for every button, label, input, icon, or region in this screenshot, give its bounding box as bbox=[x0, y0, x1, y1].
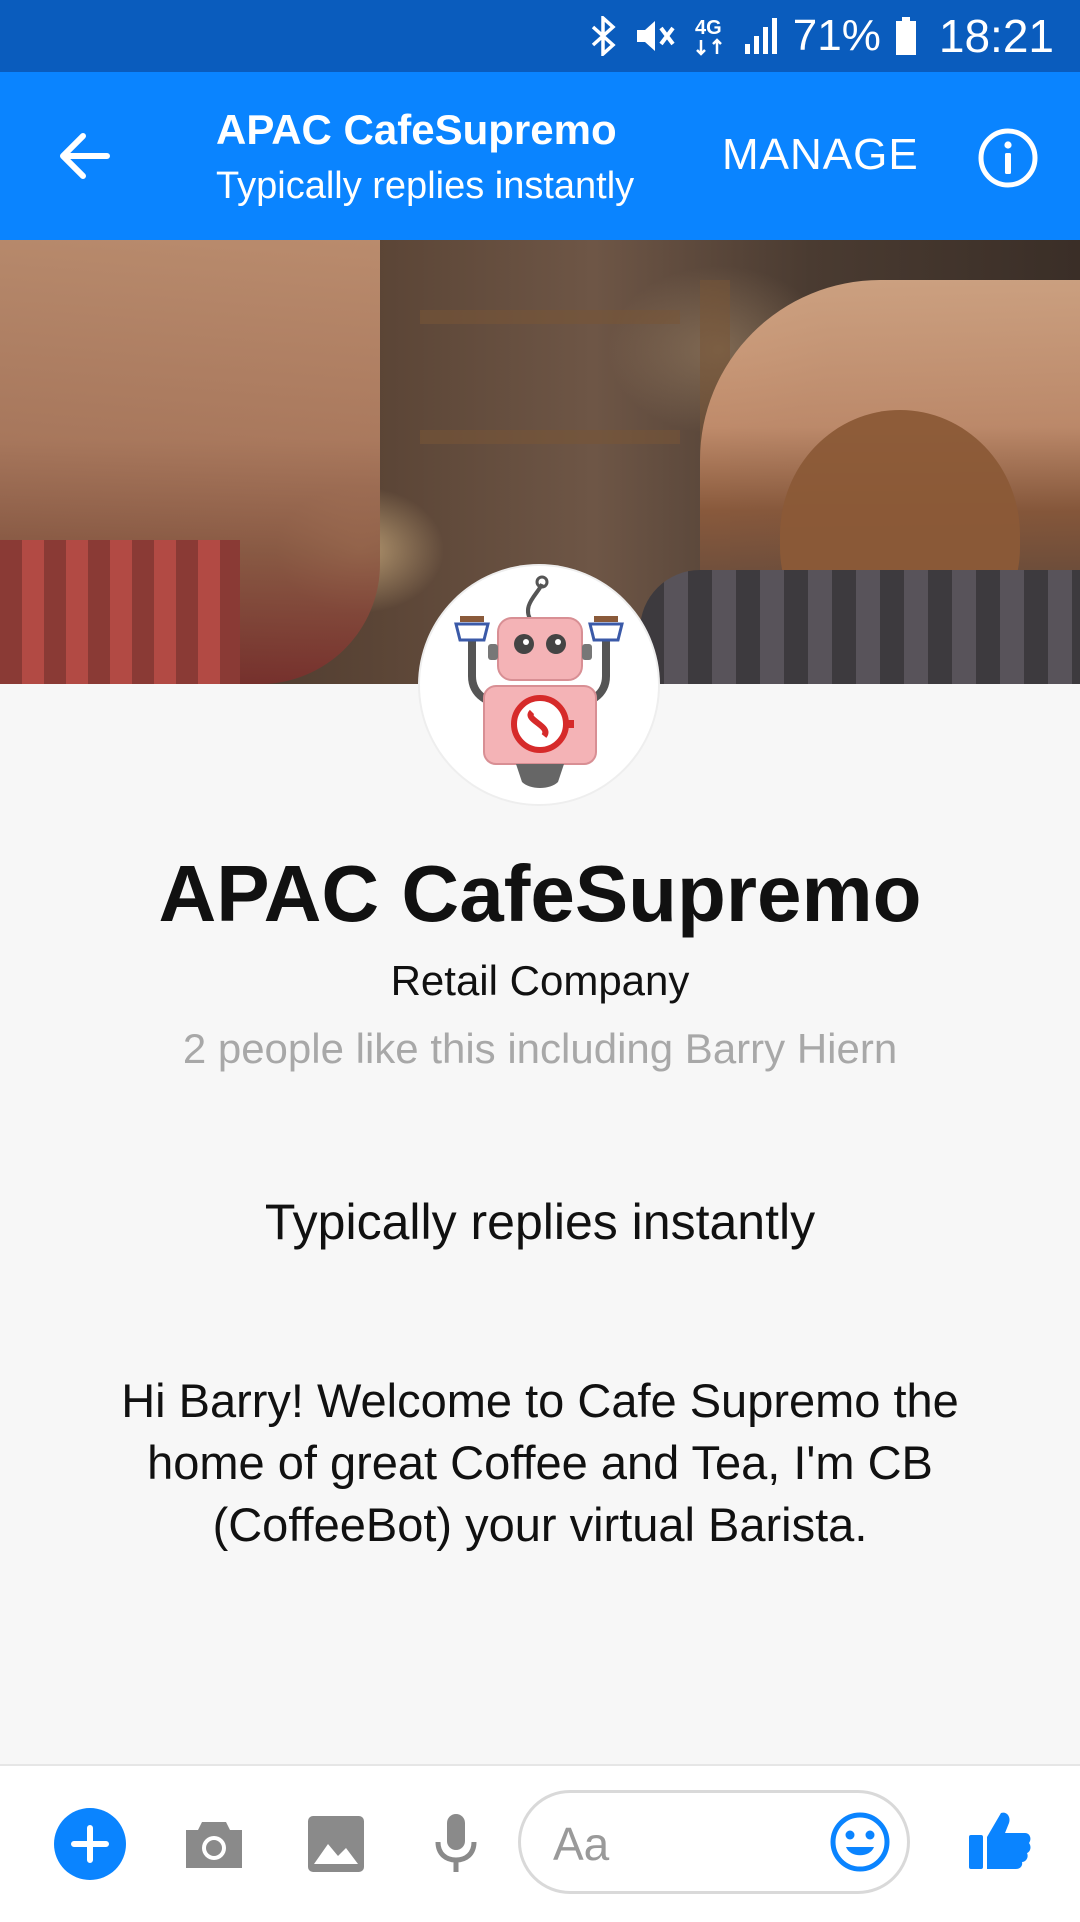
microphone-icon bbox=[435, 1814, 477, 1872]
camera-button[interactable] bbox=[182, 1812, 246, 1876]
profile-name: APAC CafeSupremo bbox=[158, 849, 922, 938]
response-time: Typically replies instantly bbox=[264, 1194, 816, 1250]
page-subtitle: Typically replies instantly bbox=[216, 165, 635, 207]
manage-button[interactable]: MANAGE bbox=[722, 130, 919, 180]
page-title: APAC CafeSupremo bbox=[216, 106, 617, 153]
message-input[interactable] bbox=[551, 1813, 805, 1875]
battery-icon bbox=[895, 16, 917, 56]
network-4g-icon: 4G bbox=[691, 14, 729, 58]
thumbs-up-icon bbox=[969, 1812, 1031, 1869]
emoji-icon bbox=[830, 1812, 890, 1872]
conversation-header[interactable]: APAC CafeSupremo Typically replies insta… bbox=[216, 104, 634, 212]
mute-icon bbox=[633, 16, 677, 56]
status-bar: 4G 71% 18:21 bbox=[0, 0, 1080, 72]
battery-percent: 71% bbox=[792, 11, 881, 60]
message-composer bbox=[0, 1764, 1080, 1922]
profile-likes: 2 people like this including Barry Hiern bbox=[182, 1025, 898, 1072]
gallery-button[interactable] bbox=[304, 1812, 368, 1876]
voice-button[interactable] bbox=[424, 1810, 488, 1878]
robot-mascot-logo bbox=[454, 575, 624, 788]
profile-category: Retail Company bbox=[390, 957, 690, 1004]
send-like-button[interactable] bbox=[960, 1800, 1040, 1880]
more-actions-button[interactable] bbox=[54, 1808, 126, 1880]
page-avatar[interactable] bbox=[420, 566, 658, 804]
back-arrow-icon bbox=[60, 133, 110, 179]
signal-icon bbox=[743, 16, 779, 56]
app-bar: APAC CafeSupremo Typically replies insta… bbox=[0, 72, 1080, 240]
svg-text:4G: 4G bbox=[695, 17, 722, 39]
clock: 18:21 bbox=[938, 10, 1054, 62]
greeting-message: Hi Barry! Welcome to Cafe Supremo the ho… bbox=[121, 1374, 959, 1551]
back-button[interactable] bbox=[52, 124, 116, 188]
emoji-button[interactable] bbox=[826, 1808, 894, 1876]
camera-icon bbox=[186, 1822, 242, 1868]
plus-icon bbox=[71, 1825, 109, 1863]
info-icon bbox=[978, 128, 1038, 188]
info-button[interactable] bbox=[976, 126, 1040, 190]
bluetooth-icon bbox=[589, 16, 619, 56]
image-icon bbox=[308, 1816, 364, 1872]
